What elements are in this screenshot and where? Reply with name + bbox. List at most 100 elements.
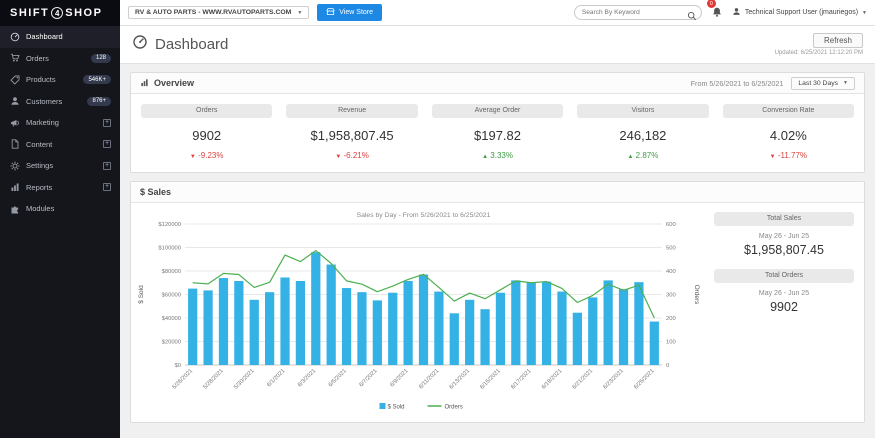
svg-text:$0: $0: [175, 363, 181, 369]
overview-title: Overview: [154, 78, 195, 88]
gauge-icon: [9, 32, 20, 42]
svg-text:200: 200: [666, 316, 676, 322]
svg-text:5/30/2021: 5/30/2021: [233, 368, 255, 390]
sidebar-item-marketing[interactable]: Marketing +: [0, 112, 120, 134]
svg-text:6/19/2021: 6/19/2021: [541, 368, 563, 390]
decrease-arrow-icon: ▼: [769, 154, 776, 160]
svg-text:Orders: Orders: [693, 285, 700, 306]
sidebar-item-settings[interactable]: Settings +: [0, 155, 120, 177]
sales-chart-area: $0 $20000 $40000 $60000 $80000 $100000 $120000…: [135, 208, 706, 418]
search-input[interactable]: [574, 9, 683, 16]
stat-change: ▲ 2.87%: [577, 151, 708, 160]
stat-label: Visitors: [577, 104, 709, 118]
total-sales-range: May 26 - Jun 25: [758, 233, 810, 240]
logo[interactable]: SHIFT 4 SHOP: [0, 0, 120, 26]
svg-text:6/7/2021: 6/7/2021: [359, 368, 379, 388]
sidebar-item-content[interactable]: Content +: [0, 134, 120, 156]
sales-by-day-chart[interactable]: $0 $20000 $40000 $60000 $80000 $100000 $120000…: [135, 208, 700, 413]
sidebar-item-orders[interactable]: Orders 128: [0, 48, 120, 70]
sidebar-item-customers[interactable]: Customers 876+: [0, 91, 120, 113]
stat-value: 9902: [192, 128, 222, 143]
svg-text:6/3/2021: 6/3/2021: [297, 368, 317, 388]
total-sales-block: Total Sales May 26 - Jun 25 $1,958,807.4…: [714, 212, 854, 257]
stat-change-value: 2.87%: [635, 151, 659, 160]
date-range-select[interactable]: Last 30 Days ▼: [791, 76, 855, 90]
user-menu[interactable]: Technical Support User (jmauriegos) ▼: [732, 7, 867, 18]
sidebar-item-reports[interactable]: Reports +: [0, 177, 120, 199]
stat-label: Average Order: [431, 104, 564, 118]
decrease-arrow-icon: ▼: [335, 154, 342, 160]
customers-count-badge: 876+: [87, 96, 111, 106]
search-icon[interactable]: [687, 8, 697, 26]
svg-text:Orders: Orders: [445, 405, 463, 411]
stat-label: Revenue: [286, 104, 418, 118]
stat-card-visitors: Visitors 246,182 ▲ 2.87%: [577, 104, 709, 160]
svg-text:6/11/2021: 6/11/2021: [418, 368, 440, 390]
expand-icon[interactable]: +: [103, 183, 111, 192]
total-orders-range: May 26 - Jun 25: [758, 290, 810, 297]
last-updated-text: Updated: 6/25/2021 12:12:20 PM: [774, 50, 863, 56]
stat-value: $197.82: [474, 128, 522, 143]
sidebar-item-modules[interactable]: Modules: [0, 198, 120, 220]
app-root: SHIFT 4 SHOP RV & AUTO PARTS - WWW.RVAUT…: [0, 0, 875, 438]
total-sales-value: $1,958,807.45: [744, 243, 824, 257]
store-selector[interactable]: RV & AUTO PARTS - WWW.RVAUTOPARTS.COM ▼: [128, 6, 310, 19]
svg-text:6/15/2021: 6/15/2021: [479, 368, 501, 390]
view-store-button[interactable]: View Store: [317, 4, 383, 21]
storefront-icon: [326, 7, 335, 18]
expand-icon[interactable]: +: [103, 161, 111, 170]
search-box: [573, 5, 702, 21]
page-title: Dashboard: [155, 36, 229, 53]
date-range-select-value: Last 30 Days: [798, 79, 839, 87]
expand-icon[interactable]: +: [103, 140, 111, 149]
svg-text:300: 300: [666, 293, 676, 299]
sidebar-item-dashboard[interactable]: Dashboard: [0, 26, 120, 48]
svg-text:$ Sold: $ Sold: [138, 285, 145, 304]
stat-card-conversion-rate: Conversion Rate 4.02% ▼ -11.77%: [722, 104, 855, 160]
svg-text:500: 500: [666, 246, 676, 252]
stat-change: ▼ -6.21%: [286, 151, 417, 160]
tag-icon: [9, 75, 20, 85]
sidebar-item-products[interactable]: Products 546K+: [0, 69, 120, 91]
sidebar-item-label: Content: [26, 139, 53, 149]
svg-text:6/5/2021: 6/5/2021: [328, 368, 348, 388]
expand-icon[interactable]: +: [103, 118, 111, 127]
svg-text:600: 600: [666, 222, 676, 228]
chart-icon: [140, 78, 149, 89]
view-store-label: View Store: [339, 9, 374, 16]
orders-count-badge: 128: [90, 53, 111, 63]
chevron-down-icon: ▼: [843, 80, 848, 86]
sidebar: Dashboard Orders 128 Products 546K+ Cust…: [0, 26, 120, 438]
notifications-button[interactable]: 0: [706, 0, 722, 22]
svg-text:5/28/2021: 5/28/2021: [202, 368, 224, 390]
stat-change: ▼ -9.23%: [141, 151, 272, 160]
user-name: Technical Support User (jmauriegos): [744, 9, 859, 16]
sidebar-item-label: Dashboard: [26, 32, 63, 42]
svg-text:6/25/2021: 6/25/2021: [633, 368, 655, 390]
svg-text:0: 0: [666, 363, 669, 369]
sidebar-item-label: Orders: [26, 53, 49, 63]
stat-value: 246,182: [619, 128, 667, 143]
total-orders-value: 9902: [770, 300, 798, 314]
sidebar-item-label: Modules: [26, 204, 55, 214]
bar-chart-icon: [9, 182, 20, 192]
logo-4-circle: 4: [51, 7, 64, 19]
svg-text:$60000: $60000: [162, 293, 181, 299]
stat-value: 4.02%: [769, 128, 807, 143]
file-icon: [9, 139, 20, 149]
stat-card-average-order: Average Order $197.82 ▲ 3.33%: [431, 104, 564, 160]
stat-card-orders: Orders 9902 ▼ -9.23%: [141, 104, 273, 160]
stat-change-value: -6.21%: [343, 151, 369, 160]
chevron-down-icon: ▼: [297, 9, 303, 16]
svg-text:6/21/2021: 6/21/2021: [572, 368, 594, 390]
sidebar-item-label: Products: [26, 75, 56, 85]
refresh-button[interactable]: Refresh: [812, 33, 863, 48]
chevron-down-icon: ▼: [862, 9, 867, 16]
gear-icon: [9, 161, 20, 171]
svg-text:5/26/2021: 5/26/2021: [172, 368, 194, 390]
stat-change-value: 3.33%: [490, 151, 513, 160]
sales-summary-column: Total Sales May 26 - Jun 25 $1,958,807.4…: [706, 208, 856, 418]
svg-text:6/1/2021: 6/1/2021: [266, 368, 286, 388]
decrease-arrow-icon: ▼: [189, 154, 196, 160]
sidebar-item-label: Customers: [26, 96, 63, 106]
